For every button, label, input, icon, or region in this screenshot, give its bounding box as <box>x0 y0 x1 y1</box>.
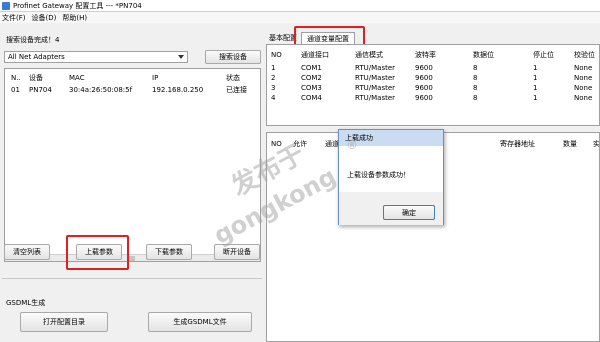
table-row[interactable]: 4 COM4 RTU/Master 9600 8 1 None <box>267 93 599 103</box>
menu-file[interactable]: 文件(F) <box>2 13 26 23</box>
channel-data-bits: 8 <box>473 84 478 92</box>
search-status: 搜索设备完成！4 <box>6 36 60 44</box>
device-list-header: N.. 设备 MAC IP 状态 <box>5 73 260 83</box>
ok-button[interactable]: 确定 <box>383 205 435 220</box>
highlight-box <box>66 235 129 270</box>
column-header-actual: 实 <box>593 140 600 148</box>
column-header-n: N.. <box>11 74 21 82</box>
device-n: 01 <box>11 86 20 94</box>
channel-baud: 9600 <box>415 94 433 102</box>
device-mac: 30:4a:26:50:08:5f <box>69 86 133 94</box>
channel-port: COM2 <box>301 74 322 82</box>
gsdml-section-label: GSDML生成 <box>6 299 46 307</box>
generate-gsdml-button[interactable]: 生成GSDML文件 <box>148 312 252 332</box>
channel-baud: 9600 <box>415 74 433 82</box>
left-panel: 搜索设备完成！4 All Net Adapters 搜索设备 N.. 设备 MA… <box>2 26 264 342</box>
channel-stop-bits: 1 <box>533 94 538 102</box>
channel-mode: RTU/Master <box>355 64 396 72</box>
column-header-stop-bits: 停止位 <box>533 51 554 59</box>
divider <box>2 278 262 279</box>
channel-port: COM3 <box>301 84 322 92</box>
title-bar: Profinet Gateway 配置工具 --- *PN704 <box>0 0 600 12</box>
table-row[interactable]: 1 COM1 RTU/Master 9600 8 1 None <box>267 63 599 73</box>
column-header-mac: MAC <box>69 74 85 82</box>
channel-table-header: NO 通道接口 通信模式 波特率 数据位 停止位 校验位 <box>267 50 599 60</box>
channel-data-bits: 8 <box>473 64 478 72</box>
column-header-register: 寄存器地址 <box>500 140 535 148</box>
channel-parity: None <box>574 94 593 102</box>
device-list[interactable]: N.. 设备 MAC IP 状态 01 PN704 30:4a:26:50:08… <box>4 68 261 262</box>
channel-data-bits: 8 <box>473 94 478 102</box>
channel-no: 2 <box>271 74 276 82</box>
column-header-port: 通道接口 <box>301 51 329 59</box>
scroll-thumb[interactable] <box>129 256 135 261</box>
column-header-mode: 通信模式 <box>355 51 383 59</box>
menu-device[interactable]: 设备(D) <box>32 13 57 23</box>
channel-stop-bits: 1 <box>533 84 538 92</box>
channel-baud: 9600 <box>415 84 433 92</box>
channel-table[interactable]: NO 通道接口 通信模式 波特率 数据位 停止位 校验位 1 COM1 RTU/… <box>266 44 600 126</box>
channel-stop-bits: 1 <box>533 64 538 72</box>
table-row[interactable]: 01 PN704 30:4a:26:50:08:5f 192.168.0.250… <box>5 85 260 95</box>
channel-mode: RTU/Master <box>355 94 396 102</box>
column-header-parity: 校验位 <box>574 51 595 59</box>
channel-parity: None <box>574 74 593 82</box>
channel-parity: None <box>574 64 593 72</box>
channel-baud: 9600 <box>415 64 433 72</box>
column-header-ip: IP <box>152 74 159 82</box>
column-header-channel: 通道 <box>325 140 339 148</box>
download-params-button[interactable]: 下载参数 <box>146 244 192 260</box>
column-header-status: 状态 <box>226 74 240 82</box>
column-header-data-bits: 数据位 <box>473 51 494 59</box>
device-ip: 192.168.0.250 <box>152 86 204 94</box>
channel-stop-bits: 1 <box>533 74 538 82</box>
clear-list-button[interactable]: 清空列表 <box>4 244 50 260</box>
table-row[interactable]: 3 COM3 RTU/Master 9600 8 1 None <box>267 83 599 93</box>
channel-mode: RTU/Master <box>355 84 396 92</box>
window-title: Profinet Gateway 配置工具 --- *PN704 <box>13 1 142 10</box>
column-header-no: NO <box>271 140 282 148</box>
app-icon <box>2 1 10 10</box>
channel-no: 3 <box>271 84 276 92</box>
channel-no: 1 <box>271 64 276 72</box>
channel-mode: RTU/Master <box>355 74 396 82</box>
adapter-select[interactable]: All Net Adapters <box>4 51 188 63</box>
channel-parity: None <box>574 84 593 92</box>
adapter-select-value: All Net Adapters <box>8 53 65 61</box>
dialog-message: 上载设备参数成功！ <box>347 171 410 179</box>
column-header-baud: 波特率 <box>415 51 436 59</box>
column-header-count: 数量 <box>563 140 577 148</box>
device-name: PN704 <box>29 86 52 94</box>
column-header-allow: 允许 <box>293 140 307 148</box>
dialog-title: 上载成功 <box>345 134 373 142</box>
table-row[interactable]: 2 COM2 RTU/Master 9600 8 1 None <box>267 73 599 83</box>
column-header-device: 设备 <box>29 74 43 82</box>
channel-no: 4 <box>271 94 276 102</box>
open-config-dir-button[interactable]: 打开配置目录 <box>20 312 108 332</box>
channel-port: COM4 <box>301 94 322 102</box>
menu-bar: 文件(F) 设备(D) 帮助(H) <box>0 12 600 23</box>
channel-port: COM1 <box>301 64 322 72</box>
upload-success-dialog: 上载成功 上载设备参数成功！ 确定 <box>338 129 444 225</box>
disconnect-device-button[interactable]: 断开设备 <box>214 244 260 260</box>
chevron-down-icon <box>178 55 184 59</box>
column-header-no: NO <box>271 51 282 59</box>
search-device-button[interactable]: 搜索设备 <box>205 50 261 64</box>
menu-help[interactable]: 帮助(H) <box>62 13 87 23</box>
channel-data-bits: 8 <box>473 74 478 82</box>
dialog-title-bar[interactable]: 上载成功 <box>339 130 443 146</box>
device-status: 已连接 <box>226 86 247 94</box>
